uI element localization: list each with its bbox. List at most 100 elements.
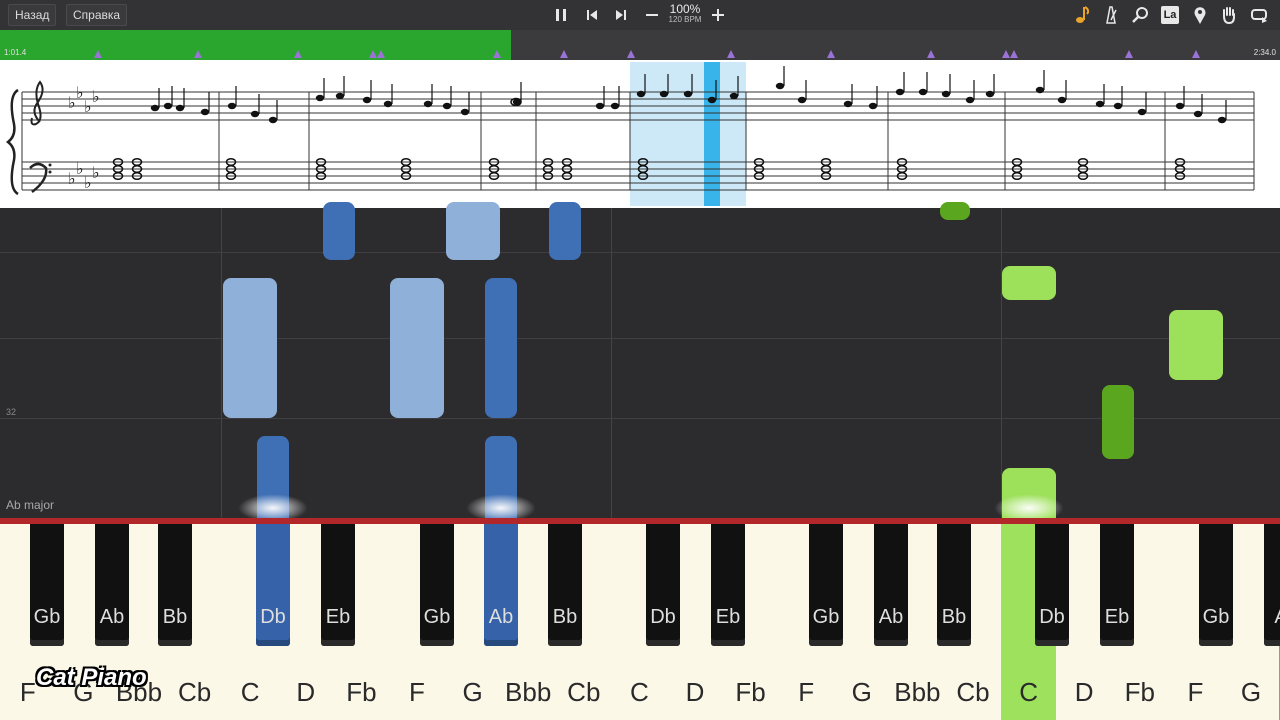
black-key[interactable]: Eb	[321, 524, 355, 646]
note-head	[965, 96, 975, 104]
help-button[interactable]: Справка	[66, 4, 128, 26]
black-key[interactable]: Bb	[937, 524, 971, 646]
skip-forward-icon[interactable]	[610, 4, 632, 26]
timeline-progress	[0, 30, 511, 60]
white-key-label: Fb	[735, 677, 766, 707]
black-key-label: Bb	[552, 606, 578, 628]
white-key-label: Bbb	[505, 677, 552, 707]
measure-number: 32	[6, 407, 17, 417]
loop-icon[interactable]	[1248, 4, 1270, 26]
black-key[interactable]: Gb	[1199, 524, 1233, 646]
note-head	[175, 104, 185, 112]
note-head	[227, 102, 237, 110]
black-key[interactable]: Bb	[158, 524, 192, 646]
white-key-label: Cb	[567, 677, 601, 707]
search-icon[interactable]	[1130, 4, 1152, 26]
zoom-percent: 100%	[669, 2, 701, 16]
note-head	[868, 102, 878, 110]
black-key[interactable]: Gb	[420, 524, 454, 646]
black-key-label: Db	[1039, 606, 1065, 628]
timeline-marker	[827, 50, 835, 58]
timeline-marker	[727, 50, 735, 58]
piano-keyboard: F G Bbb Cb C D Fb F G Bbb Cb C D Fb F G Bbb Cb C D Fb F G Gb Ab B…	[0, 524, 1280, 720]
elapsed-time: 1:01.4	[4, 48, 27, 57]
sheet-music: ♭ ♭ ♭ ♭ ♭ ♭ ♭ ♭	[0, 60, 1280, 208]
black-key[interactable]: Gb	[809, 524, 843, 646]
note-head	[442, 102, 452, 110]
falling-note	[223, 278, 277, 418]
note-icon[interactable]	[1071, 4, 1093, 26]
bass-clef-dot	[48, 163, 52, 167]
white-key-label: G	[1240, 677, 1262, 707]
note-head	[1193, 110, 1203, 118]
back-button[interactable]: Назад	[8, 4, 57, 26]
white-key-label: F	[1187, 677, 1204, 707]
black-key[interactable]: Ab	[874, 524, 908, 646]
note-head	[383, 100, 393, 108]
black-key[interactable]: Ab	[484, 524, 518, 646]
white-key-label: Fb	[1124, 677, 1155, 707]
total-time: 2:34.0	[1253, 48, 1276, 57]
black-key-label: Eb	[715, 606, 741, 628]
black-key[interactable]: Bb	[548, 524, 582, 646]
note-head	[843, 100, 853, 108]
timeline-marker	[1002, 50, 1010, 58]
skip-back-icon[interactable]	[581, 4, 603, 26]
black-key[interactable]: Eb	[711, 524, 745, 646]
measure-line	[611, 208, 612, 520]
black-key-label: Eb	[1104, 606, 1130, 628]
black-key[interactable]: Ab	[95, 524, 129, 646]
falling-note	[1102, 385, 1134, 459]
black-key-label: Gb	[33, 606, 61, 628]
watermark-label: Cat Piano	[36, 664, 147, 691]
black-key-label: Bb	[941, 606, 967, 628]
falling-note	[549, 202, 581, 260]
black-key[interactable]: Db	[1035, 524, 1069, 646]
white-key-label: Bbb	[894, 677, 941, 707]
timeline-marker	[1192, 50, 1200, 58]
black-key[interactable]: Gb	[30, 524, 64, 646]
note-head	[250, 110, 260, 118]
zoom-in-icon[interactable]	[707, 4, 729, 26]
note-head	[1217, 116, 1227, 124]
pin-icon[interactable]	[1189, 4, 1211, 26]
hand-icon[interactable]	[1218, 4, 1240, 26]
white-key-label: G	[462, 677, 483, 707]
white-key-label: C	[630, 677, 649, 707]
black-key[interactable]: Db	[646, 524, 680, 646]
flat-symbol: ♭	[92, 163, 100, 182]
falling-note	[446, 202, 500, 260]
note-head	[362, 96, 372, 104]
note-head	[707, 96, 717, 104]
brace-symbol	[5, 88, 19, 196]
key-label-icon[interactable]: La	[1159, 4, 1181, 26]
black-key[interactable]: A	[1264, 524, 1280, 646]
black-key-label: Gb	[812, 606, 840, 628]
pause-icon[interactable]	[550, 4, 572, 26]
timeline-marker	[1125, 50, 1133, 58]
measure-line	[221, 208, 222, 520]
note-head	[335, 92, 345, 100]
top-toolbar: Назад Справка 100% 120 BPM La	[0, 0, 1280, 30]
black-key-label: Ab	[488, 606, 514, 628]
black-key[interactable]: Eb	[1100, 524, 1134, 646]
note-roll: 32 Ab major	[0, 202, 1280, 526]
flat-symbol: ♭	[76, 83, 84, 102]
white-key-label: D	[1074, 677, 1094, 707]
song-timeline[interactable]: 1:01.4 2:34.0	[0, 30, 1280, 60]
white-key-label: C	[1019, 677, 1038, 707]
note-head	[659, 90, 669, 98]
falling-note	[1002, 266, 1056, 300]
black-key-label: Db	[650, 606, 676, 628]
black-key[interactable]: Db	[256, 524, 290, 646]
note-head	[683, 90, 693, 98]
metronome-icon[interactable]	[1100, 4, 1122, 26]
black-key-label: A	[1264, 606, 1280, 629]
white-key-label: Cb	[177, 677, 212, 707]
falling-note	[390, 278, 444, 418]
key-label-icon-text: La	[1161, 6, 1179, 24]
flat-symbol: ♭	[68, 169, 76, 188]
note-head	[895, 88, 905, 96]
zoom-out-icon[interactable]	[641, 4, 663, 26]
white-key-label: Fb	[346, 677, 377, 707]
